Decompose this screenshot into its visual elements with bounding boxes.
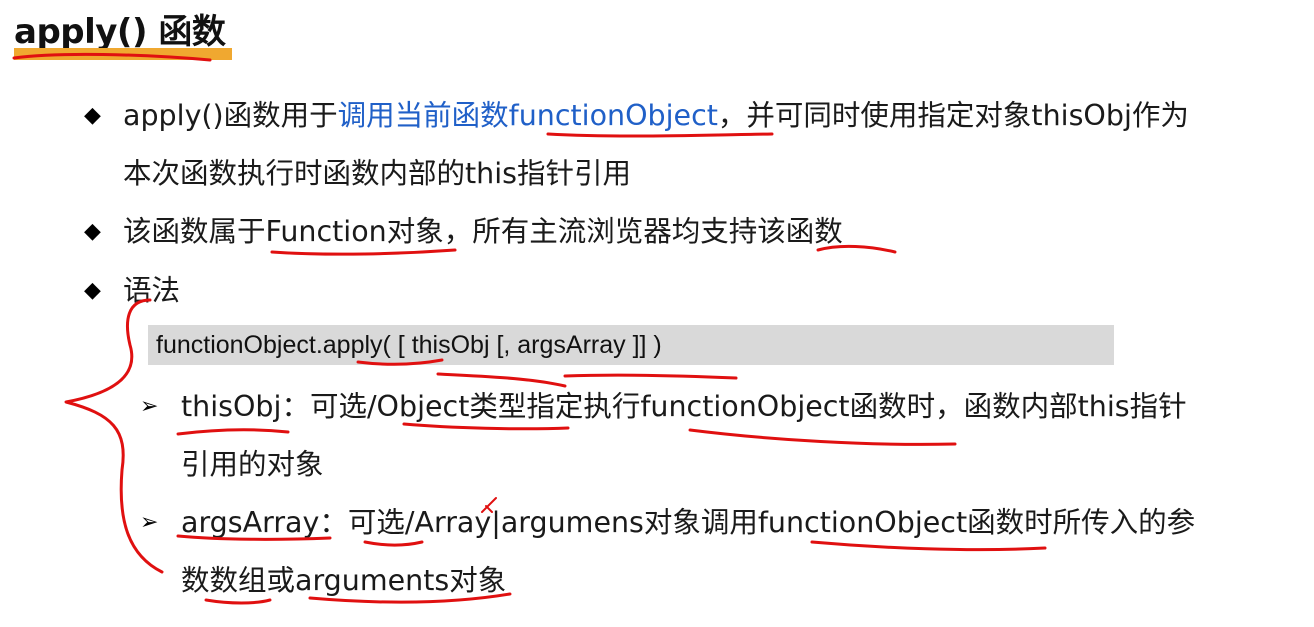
bullet-3-text: 语法: [123, 274, 181, 307]
bullet-2-text: 该函数属于Function对象，所有主流浏览器均支持该函数: [123, 215, 843, 248]
underline-argsarray-code: [563, 373, 738, 380]
diamond-bullet-icon: ◆: [84, 219, 101, 244]
underline-shuzu: [204, 598, 272, 605]
underline-call-functionobject: [810, 540, 1047, 552]
underline-function-object: [270, 248, 457, 256]
title-underline-bar: [14, 48, 232, 60]
bullet-1-post: ，并可同时使用指定对象thisObj作为: [717, 99, 1189, 132]
param-thisobj-line-2: 引用的对象: [181, 448, 324, 481]
underline-kexuan: [363, 540, 424, 547]
underline-thisobj-code: [436, 372, 567, 388]
page-title: apply() 函数: [14, 12, 226, 52]
param-argsarray-line-2: 数数组或arguments对象: [181, 564, 507, 597]
diamond-bullet-icon: ◆: [84, 103, 101, 128]
arrow-bullet-icon: ➢: [140, 394, 159, 419]
bullet-1-line-1: apply()函数用于调用当前函数functionObject，并可同时使用指定…: [123, 98, 1189, 134]
param-argsarray-line-1: argsArray：可选/Array|argumens对象调用functionO…: [181, 506, 1196, 539]
arrow-bullet-icon: ➢: [140, 510, 159, 535]
bullet-1-highlight: 调用当前函数functionObject: [337, 99, 718, 132]
underline-thisobj: [176, 428, 290, 436]
bullet-1-pre: apply()函数用于: [123, 99, 338, 132]
underline-functionobject: [546, 132, 774, 138]
param-thisobj-line-1: thisObj：可选/Object类型指定执行functionObject函数时…: [181, 390, 1187, 423]
syntax-code: functionObject.apply( [ thisObj [, argsA…: [156, 331, 662, 359]
diamond-bullet-icon: ◆: [84, 278, 101, 303]
bullet-1-line-2: 本次函数执行时函数内部的this指针引用: [123, 157, 632, 190]
underline-exec-functionobject: [688, 428, 957, 446]
